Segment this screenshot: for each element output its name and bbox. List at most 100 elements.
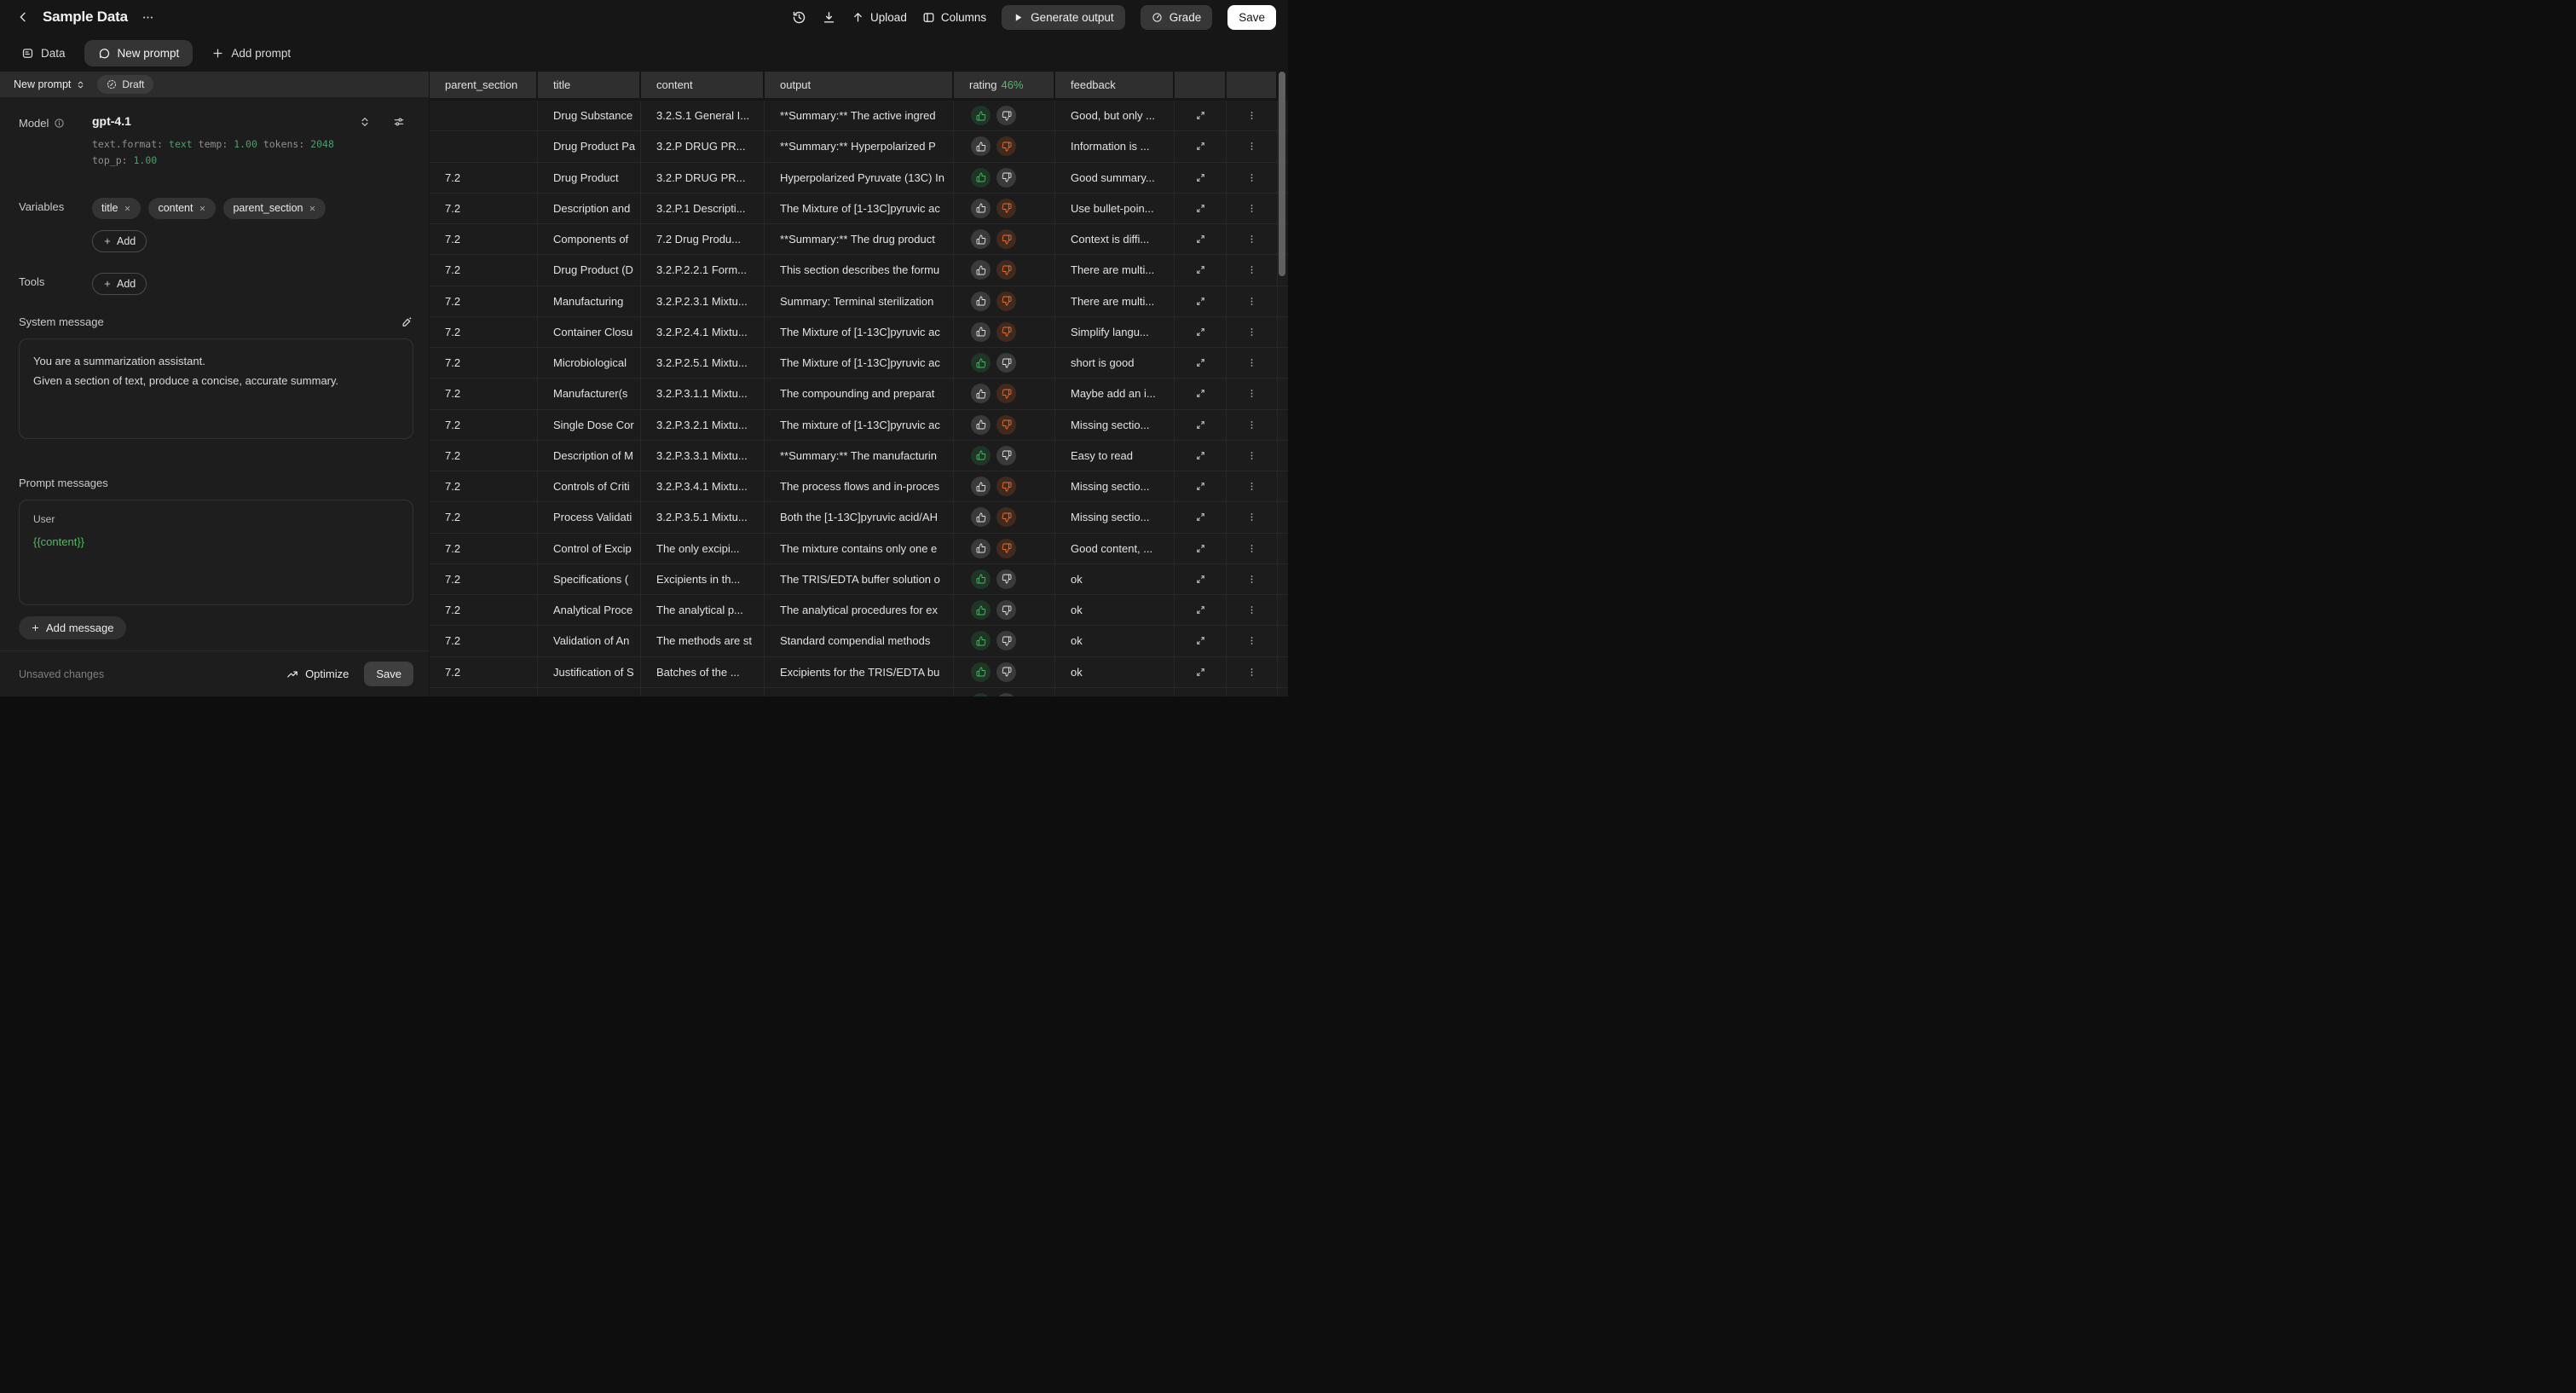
row-menu-icon[interactable] xyxy=(1246,635,1257,646)
thumbs-up-icon[interactable] xyxy=(971,539,991,558)
row-menu-icon[interactable] xyxy=(1246,667,1257,678)
save-button-panel[interactable]: Save xyxy=(364,662,413,686)
columns-button[interactable]: Columns xyxy=(922,11,986,24)
thumbs-down-icon[interactable] xyxy=(996,353,1016,373)
thumbs-down-icon[interactable] xyxy=(996,662,1016,682)
row-menu-icon[interactable] xyxy=(1246,512,1257,523)
thumbs-up-icon[interactable] xyxy=(971,136,991,156)
table-row[interactable]: 7.2Excipients of HuNo excipient used inA… xyxy=(430,688,1288,696)
tab-new-prompt[interactable]: New prompt xyxy=(84,40,193,66)
chip-remove-icon[interactable] xyxy=(199,205,206,212)
table-row[interactable]: 7.2Single Dose Cor3.2.P.3.2.1 Mixtu...Th… xyxy=(430,410,1288,441)
thumbs-up-icon[interactable] xyxy=(971,260,991,280)
thumbs-up-icon[interactable] xyxy=(971,662,991,682)
thumbs-down-icon[interactable] xyxy=(996,168,1016,188)
back-button[interactable] xyxy=(14,8,32,26)
thumbs-down-icon[interactable] xyxy=(996,292,1016,311)
thumbs-up-icon[interactable] xyxy=(971,569,991,589)
row-menu-icon[interactable] xyxy=(1246,543,1257,554)
expand-row-icon[interactable] xyxy=(1195,264,1206,275)
row-menu-icon[interactable] xyxy=(1246,419,1257,431)
table-row[interactable]: 7.2Manufacturer(s3.2.P.3.1.1 Mixtu...The… xyxy=(430,379,1288,409)
thumbs-down-icon[interactable] xyxy=(996,229,1016,249)
row-menu-icon[interactable] xyxy=(1246,604,1257,616)
row-menu-icon[interactable] xyxy=(1246,388,1257,399)
col-header-output[interactable]: output xyxy=(765,72,954,98)
thumbs-down-icon[interactable] xyxy=(996,199,1016,218)
row-menu-icon[interactable] xyxy=(1246,203,1257,214)
thumbs-up-icon[interactable] xyxy=(971,600,991,620)
row-menu-icon[interactable] xyxy=(1246,172,1257,183)
col-header-rating[interactable]: rating 46% xyxy=(954,72,1055,98)
row-menu-icon[interactable] xyxy=(1246,327,1257,338)
table-row[interactable]: 7.2Drug Product (D3.2.P.2.2.1 Form...Thi… xyxy=(430,255,1288,286)
expand-row-icon[interactable] xyxy=(1195,604,1206,616)
expand-row-icon[interactable] xyxy=(1195,110,1206,121)
table-row[interactable]: 7.2Controls of Criti3.2.P.3.4.1 Mixtu...… xyxy=(430,471,1288,502)
prompt-selector[interactable]: New prompt xyxy=(14,78,85,90)
row-menu-icon[interactable] xyxy=(1246,481,1257,492)
table-row[interactable]: 7.2Drug Product3.2.P DRUG PR...Hyperpola… xyxy=(430,163,1288,194)
thumbs-down-icon[interactable] xyxy=(996,539,1016,558)
chip-remove-icon[interactable] xyxy=(309,205,316,212)
download-icon[interactable] xyxy=(822,10,836,25)
table-row[interactable]: 7.2Control of ExcipThe only excipi...The… xyxy=(430,534,1288,564)
generate-output-button[interactable]: Generate output xyxy=(1002,5,1125,30)
add-variable-button[interactable]: Add xyxy=(92,230,147,252)
expand-row-icon[interactable] xyxy=(1195,667,1206,678)
table-row[interactable]: 7.2Validation of AnThe methods are stSta… xyxy=(430,626,1288,656)
thumbs-up-icon[interactable] xyxy=(971,229,991,249)
system-message-box[interactable]: You are a summarization assistant. Given… xyxy=(19,338,413,439)
add-message-button[interactable]: Add message xyxy=(19,616,126,639)
thumbs-down-icon[interactable] xyxy=(996,569,1016,589)
row-menu-icon[interactable] xyxy=(1246,264,1257,275)
thumbs-up-icon[interactable] xyxy=(971,106,991,125)
thumbs-up-icon[interactable] xyxy=(971,199,991,218)
thumbs-down-icon[interactable] xyxy=(996,477,1016,496)
vertical-scrollbar[interactable] xyxy=(1279,72,1285,276)
thumbs-up-icon[interactable] xyxy=(971,446,991,465)
thumbs-down-icon[interactable] xyxy=(996,384,1016,403)
thumbs-down-icon[interactable] xyxy=(996,446,1016,465)
table-row[interactable]: 7.2Justification of SBatches of the ...E… xyxy=(430,657,1288,688)
optimize-button[interactable]: Optimize xyxy=(286,668,349,680)
expand-row-icon[interactable] xyxy=(1195,357,1206,368)
expand-row-icon[interactable] xyxy=(1195,172,1206,183)
table-row[interactable]: 7.2Container Closu3.2.P.2.4.1 Mixtu...Th… xyxy=(430,317,1288,348)
thumbs-up-icon[interactable] xyxy=(971,415,991,435)
expand-row-icon[interactable] xyxy=(1195,512,1206,523)
thumbs-down-icon[interactable] xyxy=(996,507,1016,527)
row-menu-icon[interactable] xyxy=(1246,574,1257,585)
table-row[interactable]: 7.2Description of M3.2.P.3.3.1 Mixtu...*… xyxy=(430,441,1288,471)
thumbs-up-icon[interactable] xyxy=(971,353,991,373)
variable-chip[interactable]: content xyxy=(148,198,216,219)
more-menu-button[interactable] xyxy=(138,9,158,26)
col-header-title[interactable]: title xyxy=(538,72,641,98)
history-icon[interactable] xyxy=(792,10,806,25)
thumbs-up-icon[interactable] xyxy=(971,631,991,650)
table-row[interactable]: 7.2Microbiological3.2.P.2.5.1 Mixtu...Th… xyxy=(430,348,1288,379)
thumbs-down-icon[interactable] xyxy=(996,136,1016,156)
table-row[interactable]: 7.2Process Validati3.2.P.3.5.1 Mixtu...B… xyxy=(430,502,1288,533)
expand-row-icon[interactable] xyxy=(1195,574,1206,585)
thumbs-down-icon[interactable] xyxy=(996,693,1016,696)
row-menu-icon[interactable] xyxy=(1246,234,1257,245)
upload-button[interactable]: Upload xyxy=(852,11,907,24)
chip-remove-icon[interactable] xyxy=(124,205,131,212)
variable-chip[interactable]: parent_section xyxy=(223,198,326,219)
thumbs-up-icon[interactable] xyxy=(971,168,991,188)
row-menu-icon[interactable] xyxy=(1246,141,1257,152)
col-header-feedback[interactable]: feedback xyxy=(1055,72,1175,98)
tab-data[interactable]: Data xyxy=(13,41,74,66)
draft-badge[interactable]: Draft xyxy=(97,75,153,94)
col-header-content[interactable]: content xyxy=(641,72,765,98)
thumbs-down-icon[interactable] xyxy=(996,631,1016,650)
col-header-parent-section[interactable]: parent_section xyxy=(430,72,538,98)
expand-row-icon[interactable] xyxy=(1195,543,1206,554)
thumbs-down-icon[interactable] xyxy=(996,600,1016,620)
thumbs-up-icon[interactable] xyxy=(971,477,991,496)
thumbs-up-icon[interactable] xyxy=(971,507,991,527)
table-row[interactable]: 7.2Manufacturing3.2.P.2.3.1 Mixtu...Summ… xyxy=(430,286,1288,317)
thumbs-down-icon[interactable] xyxy=(996,106,1016,125)
expand-row-icon[interactable] xyxy=(1195,419,1206,431)
